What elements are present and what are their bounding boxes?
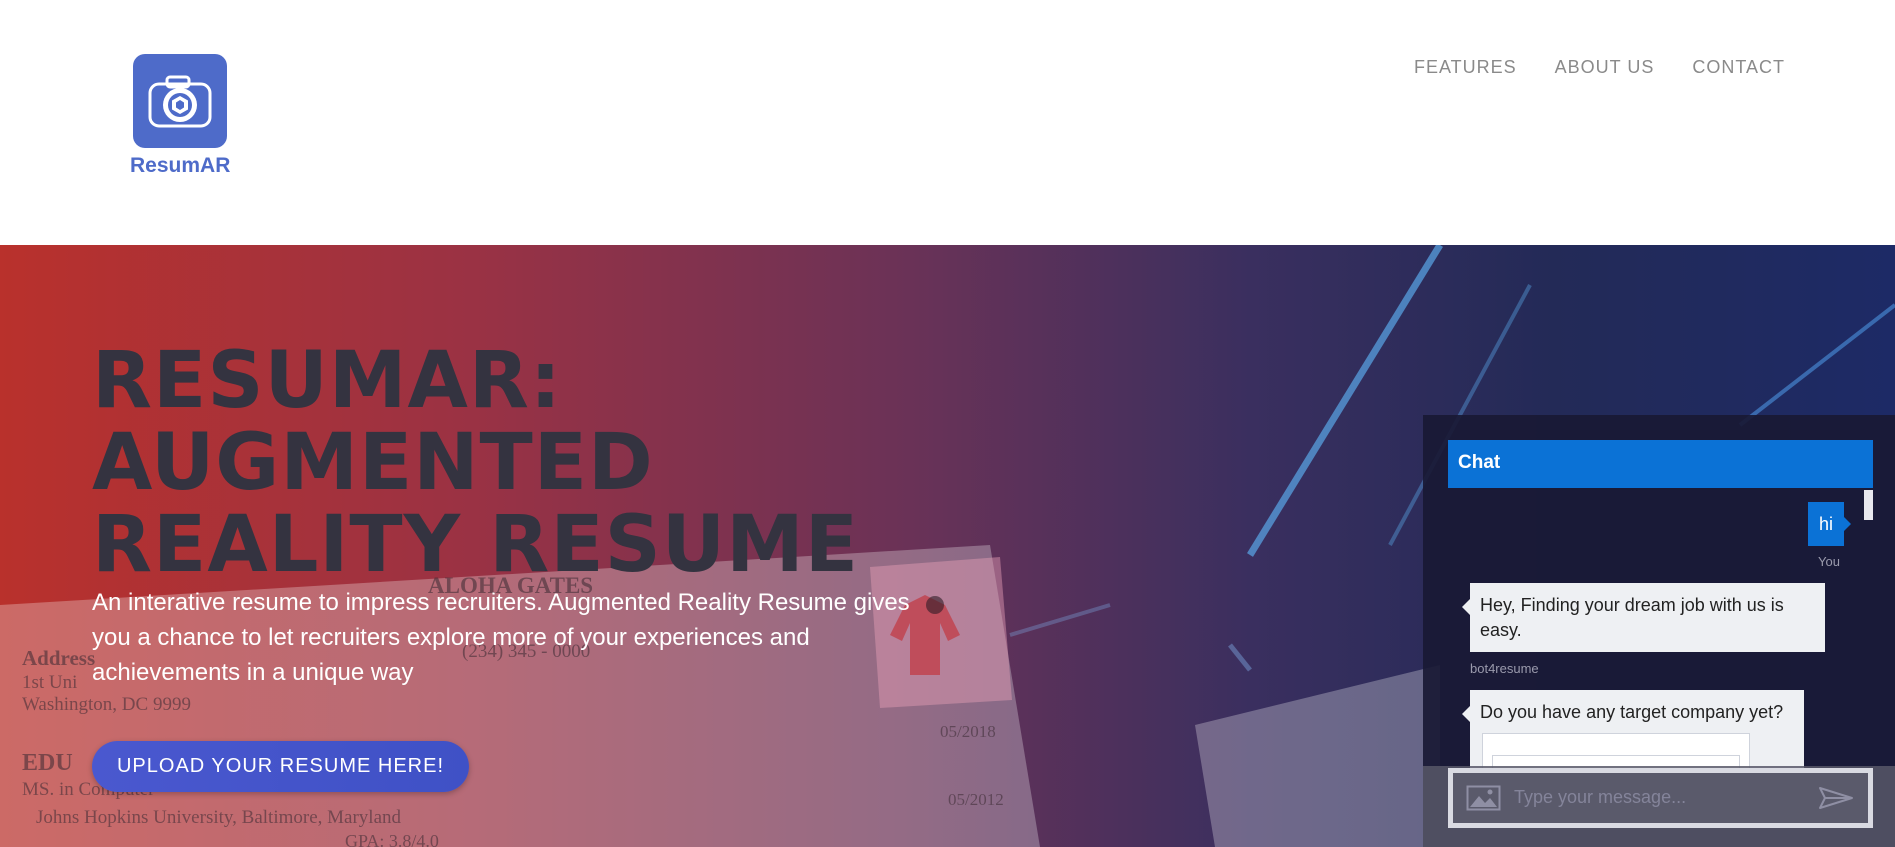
user-message-label: You (1818, 554, 1840, 569)
site-header: ResumAR FEATURES ABOUT US CONTACT (0, 0, 1895, 245)
user-message: hi (1808, 502, 1851, 546)
photo-text-address-line2: Washington, DC 9999 (22, 694, 191, 715)
photo-text-address-heading: Address (22, 646, 95, 670)
nav-features[interactable]: FEATURES (1414, 57, 1517, 78)
nav-contact[interactable]: CONTACT (1692, 57, 1785, 78)
camera-aperture-icon (133, 54, 227, 148)
brand-name: ResumAR (130, 154, 231, 177)
nav-about-us[interactable]: ABOUT US (1555, 57, 1655, 78)
photo-text-date1: 05/2018 (940, 722, 996, 741)
chat-scrollbar[interactable] (1864, 490, 1873, 520)
bot-message: Hey, Finding your dream job with us is e… (1462, 583, 1825, 652)
chat-header: Chat (1448, 440, 1873, 488)
hero-title: RESUMAR: AUGMENTED REALITY RESUME (92, 336, 860, 590)
photo-text-education-heading: EDU (22, 750, 73, 776)
main-nav: FEATURES ABOUT US CONTACT (1414, 57, 1785, 78)
photo-text-address-line1: 1st Uni (22, 672, 77, 693)
chat-message-input[interactable] (1514, 781, 1804, 813)
hero-subtitle: An interative resume to impress recruite… (92, 589, 910, 686)
photo-text-gpa: GPA: 3.8/4.0 (345, 831, 439, 847)
photo-text-date2: 05/2012 (948, 790, 1004, 809)
image-upload-icon[interactable] (1466, 785, 1501, 811)
photo-text-school: Johns Hopkins University, Baltimore, Mar… (36, 807, 402, 828)
brand-logo[interactable]: ResumAR (130, 54, 230, 178)
bot-name-label: bot4resume (1470, 661, 1539, 676)
send-icon[interactable] (1818, 786, 1854, 810)
bot-message-text: Do you have any target company yet? (1480, 702, 1784, 722)
upload-resume-button[interactable]: UPLOAD YOUR RESUME HERE! (92, 741, 469, 792)
